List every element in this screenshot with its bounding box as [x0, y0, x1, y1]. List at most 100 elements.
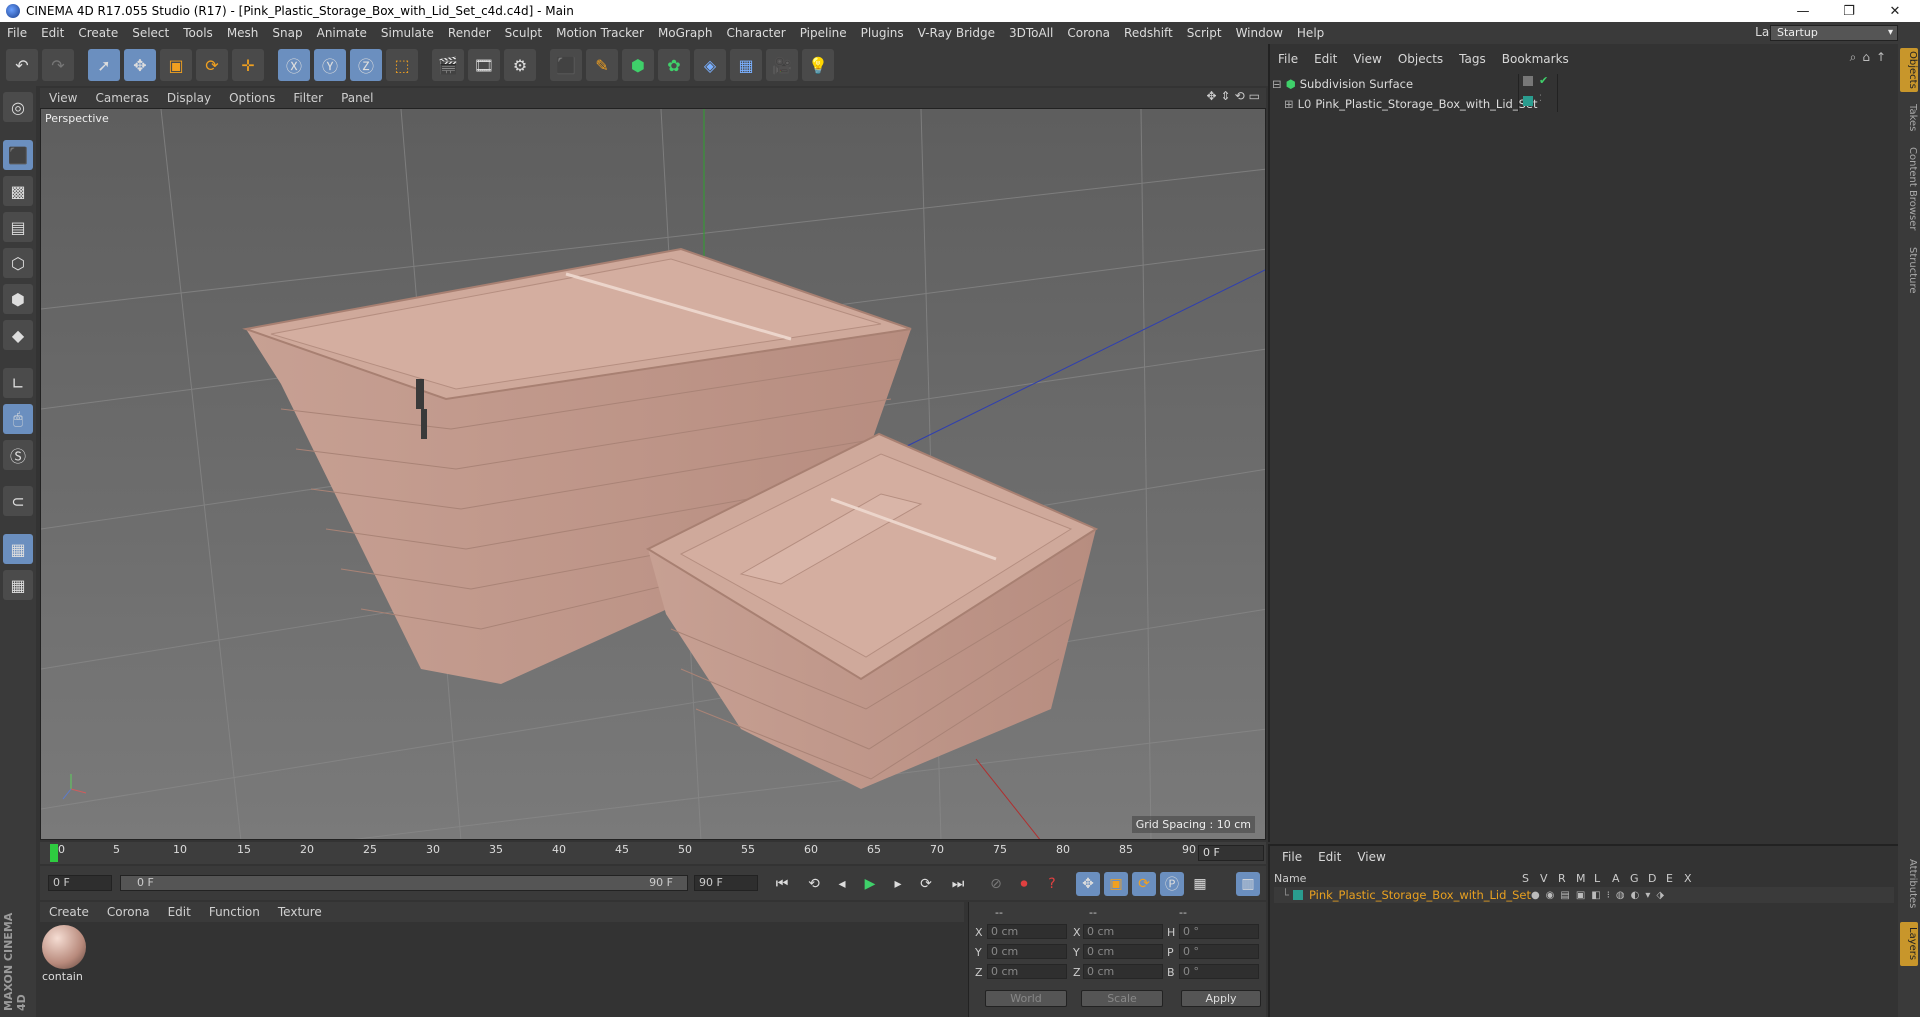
- move-tool-icon[interactable]: ✥: [124, 49, 156, 81]
- viewport-menu-panel[interactable]: Panel: [332, 91, 382, 105]
- cube-object-icon[interactable]: ⬛: [550, 49, 582, 81]
- model-mode-icon[interactable]: ⬛: [3, 140, 33, 170]
- keyframe-selection-icon[interactable]: ?: [1040, 872, 1064, 896]
- collapse-icon[interactable]: ⊟: [1272, 77, 1282, 91]
- viewport-menu-filter[interactable]: Filter: [284, 91, 332, 105]
- menu-select[interactable]: Select: [125, 26, 176, 40]
- scale-dropdown[interactable]: Scale: [1081, 990, 1163, 1007]
- layer-menu-view[interactable]: View: [1349, 850, 1393, 864]
- viewport-menu-display[interactable]: Display: [158, 91, 220, 105]
- menu-create[interactable]: Create: [71, 26, 125, 40]
- edges-mode-icon[interactable]: ⬢: [3, 284, 33, 314]
- subdivision-icon[interactable]: ⬢: [622, 49, 654, 81]
- menu-window[interactable]: Window: [1229, 26, 1290, 40]
- key-rotation-icon[interactable]: ⟳: [1132, 872, 1156, 896]
- floor-icon[interactable]: ▦: [730, 49, 762, 81]
- menu-snap[interactable]: Snap: [265, 26, 309, 40]
- menu-script[interactable]: Script: [1180, 26, 1229, 40]
- tab-attributes[interactable]: Attributes: [1900, 854, 1918, 914]
- layer-row[interactable]: └ Pink_Plastic_Storage_Box_with_Lid_Set …: [1274, 887, 1894, 903]
- key-pla-icon[interactable]: ▦: [1188, 872, 1212, 896]
- render-picture-viewer-icon[interactable]: 🎞: [468, 49, 500, 81]
- menu-mograph[interactable]: MoGraph: [651, 26, 720, 40]
- magnet-icon[interactable]: ⊂: [3, 486, 33, 516]
- pan-icon[interactable]: ✥: [1206, 89, 1216, 103]
- menu-help[interactable]: Help: [1290, 26, 1331, 40]
- material-menu-corona[interactable]: Corona: [98, 905, 159, 919]
- key-position-icon[interactable]: ✥: [1076, 872, 1100, 896]
- start-frame-field[interactable]: 0 F: [48, 875, 112, 891]
- select-tool-icon[interactable]: ➚: [88, 49, 120, 81]
- orbit-icon[interactable]: ⟲: [1235, 89, 1245, 103]
- texture-mode-icon[interactable]: ▩: [3, 176, 33, 206]
- dolly-icon[interactable]: ⇕: [1221, 89, 1231, 103]
- menu-mesh[interactable]: Mesh: [220, 26, 266, 40]
- autokey-icon[interactable]: ⏺: [1012, 872, 1036, 896]
- tab-structure[interactable]: Structure: [1900, 242, 1918, 298]
- tab-objects[interactable]: Objects: [1900, 48, 1918, 92]
- layer-icon[interactable]: [1523, 76, 1533, 86]
- viewport-menu-view[interactable]: View: [40, 91, 86, 105]
- render-settings-icon[interactable]: ⚙: [504, 49, 536, 81]
- previous-frame-icon[interactable]: ◂: [830, 872, 854, 896]
- menu-tools[interactable]: Tools: [176, 26, 220, 40]
- menu-animate[interactable]: Animate: [310, 26, 374, 40]
- tab-takes[interactable]: Takes: [1900, 100, 1918, 136]
- transform-tool-icon[interactable]: ✛: [232, 49, 264, 81]
- menu-simulate[interactable]: Simulate: [374, 26, 441, 40]
- key-scale-icon[interactable]: ▣: [1104, 872, 1128, 896]
- viewport-menu-cameras[interactable]: Cameras: [86, 91, 157, 105]
- next-key-icon[interactable]: ⟳: [914, 872, 938, 896]
- menu-vray-bridge[interactable]: V-Ray Bridge: [911, 26, 1002, 40]
- restore-button[interactable]: ❐: [1826, 0, 1872, 22]
- material-menu-texture[interactable]: Texture: [269, 905, 331, 919]
- position-y-field[interactable]: 0 cm: [987, 944, 1067, 959]
- maximize-view-icon[interactable]: ▭: [1249, 89, 1260, 103]
- viewport-perspective[interactable]: Perspective Grid Spacing : 10 cm: [40, 108, 1266, 840]
- size-y-field[interactable]: 0 cm: [1083, 944, 1163, 959]
- minimize-button[interactable]: —: [1780, 0, 1826, 22]
- menu-corona[interactable]: Corona: [1060, 26, 1117, 40]
- object-menu-bookmarks[interactable]: Bookmarks: [1494, 52, 1577, 66]
- x-axis-lock-icon[interactable]: Ⓧ: [278, 49, 310, 81]
- position-x-field[interactable]: 0 cm: [987, 924, 1067, 939]
- tweak-mode-icon[interactable]: 🖱: [3, 404, 33, 434]
- redo-icon[interactable]: ↷: [42, 49, 74, 81]
- layer-color-swatch[interactable]: [1292, 890, 1303, 900]
- coordinate-system-icon[interactable]: ⬚: [386, 49, 418, 81]
- menu-render[interactable]: Render: [441, 26, 498, 40]
- visibility-dots-icon[interactable]: ⁚: [1539, 94, 1542, 104]
- search-icon[interactable]: ⌕: [1850, 50, 1857, 65]
- play-icon[interactable]: ▶: [858, 872, 882, 896]
- rotation-b-field[interactable]: 0 °: [1179, 964, 1259, 979]
- camera-icon[interactable]: 🎥: [766, 49, 798, 81]
- menu-character[interactable]: Character: [719, 26, 792, 40]
- render-view-icon[interactable]: 🎬: [432, 49, 464, 81]
- menu-3dtoall[interactable]: 3DToAll: [1002, 26, 1060, 40]
- go-to-start-icon[interactable]: ⏮: [770, 872, 794, 896]
- end-frame-field[interactable]: 90 F: [694, 875, 758, 891]
- object-menu-objects[interactable]: Objects: [1390, 52, 1451, 66]
- up-arrow-icon[interactable]: ↑: [1876, 50, 1886, 65]
- material-preview-swatch[interactable]: [42, 925, 86, 969]
- close-button[interactable]: ✕: [1872, 0, 1918, 22]
- rotation-h-field[interactable]: 0 °: [1179, 924, 1259, 939]
- go-to-end-icon[interactable]: ⏭: [946, 872, 970, 896]
- polygons-mode-icon[interactable]: ◆: [3, 320, 33, 350]
- menu-edit[interactable]: Edit: [34, 26, 71, 40]
- light-icon[interactable]: 💡: [802, 49, 834, 81]
- layout-dropdown[interactable]: Startup: [1770, 25, 1898, 41]
- material-menu-edit[interactable]: Edit: [159, 905, 200, 919]
- scale-tool-icon[interactable]: ▣: [160, 49, 192, 81]
- tab-layers[interactable]: Layers: [1900, 922, 1918, 966]
- snap-icon[interactable]: Ⓢ: [3, 440, 33, 470]
- rotate-tool-icon[interactable]: ⟳: [196, 49, 228, 81]
- menu-file[interactable]: File: [0, 26, 34, 40]
- cloner-icon[interactable]: ✿: [658, 49, 690, 81]
- object-menu-file[interactable]: File: [1270, 52, 1306, 66]
- position-z-field[interactable]: 0 cm: [987, 964, 1067, 979]
- menu-motion-tracker[interactable]: Motion Tracker: [549, 26, 651, 40]
- object-menu-edit[interactable]: Edit: [1306, 52, 1345, 66]
- points-mode-icon[interactable]: ⬡: [3, 248, 33, 278]
- menu-plugins[interactable]: Plugins: [854, 26, 911, 40]
